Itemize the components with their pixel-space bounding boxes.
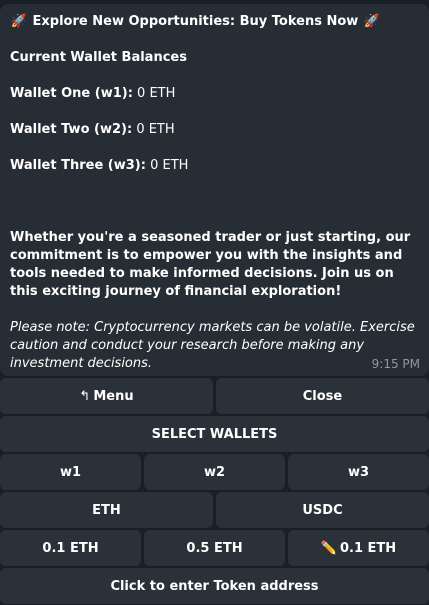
bot-message: 🚀 Explore New Opportunities: Buy Tokens … [0, 4, 429, 376]
custom-amount-label: 0.1 ETH [340, 540, 397, 556]
enter-token-address-button[interactable]: Click to enter Token address [0, 568, 429, 604]
wallet-three-row: Wallet Three (w3): 0 ETH [10, 157, 421, 175]
wallet-two-value: 0 ETH [136, 122, 175, 137]
balances-heading: Current Wallet Balances [10, 50, 187, 65]
wallet-one-value: 0 ETH [137, 86, 176, 101]
wallet-one-row: Wallet One (w1): 0 ETH [10, 85, 421, 103]
amount-0-1-eth-button[interactable]: 0.1 ETH [0, 530, 141, 566]
message-timestamp: 9:15 PM [371, 357, 420, 371]
rocket-icon: 🚀 [10, 14, 28, 29]
message-title: 🚀 Explore New Opportunities: Buy Tokens … [10, 13, 421, 31]
menu-back-icon: ↰ [79, 388, 91, 404]
wallet-two-label: Wallet Two (w2): [10, 122, 133, 137]
chat-view: 🚀 Explore New Opportunities: Buy Tokens … [0, 0, 429, 605]
close-button[interactable]: Close [216, 378, 429, 414]
wallet-three-label: Wallet Three (w3): [10, 158, 146, 173]
select-wallets-button[interactable]: SELECT WALLETS [0, 416, 429, 452]
wallet-w1-button[interactable]: w1 [0, 454, 141, 490]
eth-button[interactable]: ETH [0, 492, 213, 528]
wallet-w2-button[interactable]: w2 [144, 454, 285, 490]
risk-note: Please note: Cryptocurrency markets can … [10, 320, 415, 371]
wallet-one-label: Wallet One (w1): [10, 86, 133, 101]
wallet-w3-button[interactable]: w3 [288, 454, 429, 490]
amount-0-5-eth-button[interactable]: 0.5 ETH [144, 530, 285, 566]
wallet-two-row: Wallet Two (w2): 0 ETH [10, 121, 421, 139]
custom-amount-button[interactable]: ✏️ 0.1 ETH [288, 530, 429, 566]
title-text: Explore New Opportunities: Buy Tokens No… [32, 14, 359, 29]
menu-button[interactable]: ↰ Menu [0, 378, 213, 414]
pencil-icon: ✏️ [320, 540, 337, 556]
menu-button-label: Menu [93, 388, 134, 404]
rocket-icon: 🚀 [363, 14, 380, 29]
wallet-three-value: 0 ETH [150, 158, 189, 173]
usdc-button[interactable]: USDC [216, 492, 429, 528]
message-body: Whether you're a seasoned trader or just… [10, 230, 411, 299]
